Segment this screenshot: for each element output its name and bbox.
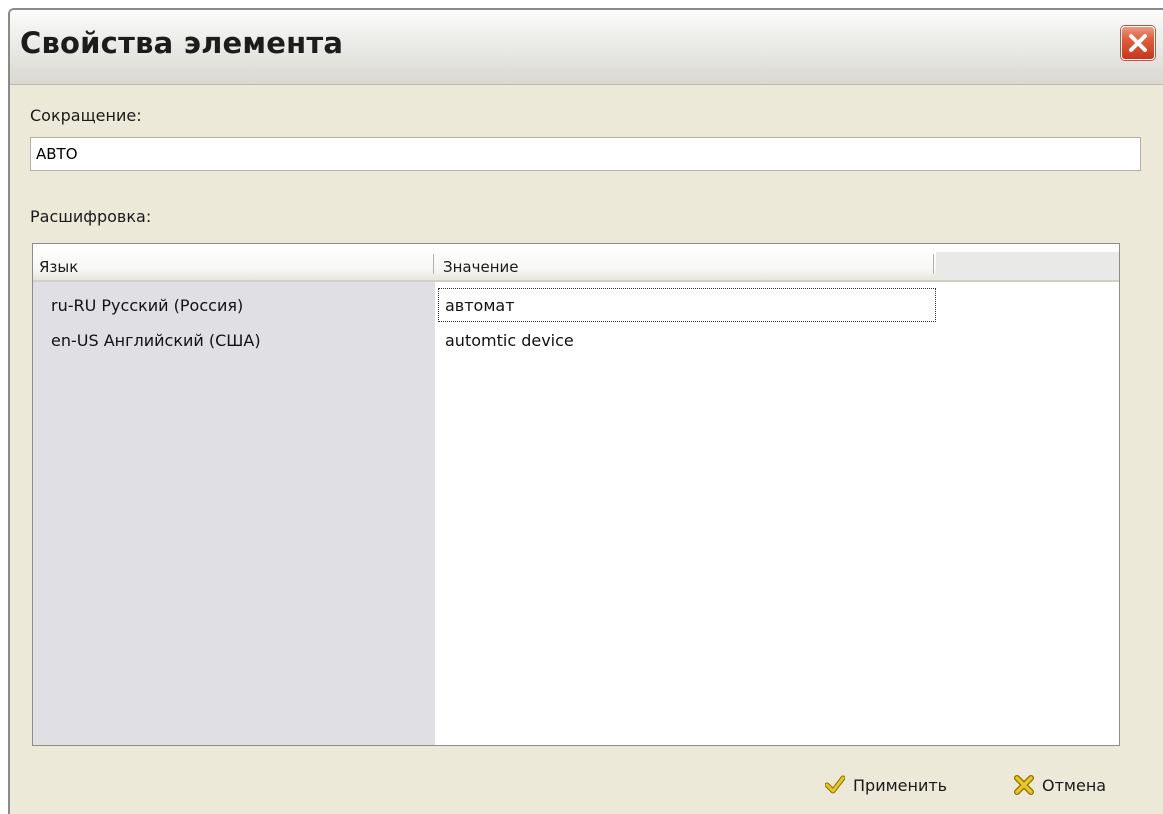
column-separator[interactable] (933, 254, 934, 274)
column-separator[interactable] (433, 254, 434, 274)
row-1-value[interactable]: автомат (445, 296, 515, 315)
row-2-value[interactable]: automtic device (445, 331, 574, 350)
cancel-button-label: Отмена (1042, 775, 1107, 795)
checkmark-icon (825, 775, 845, 794)
apply-button[interactable]: Применить (825, 775, 947, 795)
decoding-table: Язык Значение ru-RU Русский (Россия) авт… (32, 243, 1120, 746)
column-header-value[interactable]: Значение (443, 258, 519, 276)
header-filler (936, 252, 1119, 280)
row-2-language[interactable]: en-US Английский (США) (51, 331, 261, 350)
dialog-window: Свойства элемента Сокращение: Расшифровк… (8, 8, 1163, 814)
close-icon (1129, 34, 1147, 52)
window-title: Свойства элемента (20, 26, 344, 60)
close-button[interactable] (1121, 26, 1155, 60)
abbreviation-input[interactable] (30, 137, 1141, 171)
table-header: Язык Значение (33, 244, 1119, 282)
apply-button-label: Применить (853, 775, 948, 795)
title-bar[interactable]: Свойства элемента (10, 10, 1163, 85)
cross-icon (1014, 775, 1034, 795)
language-column-background (33, 281, 435, 745)
row-1-language[interactable]: ru-RU Русский (Россия) (51, 296, 243, 315)
decoding-label: Расшифровка: (30, 207, 152, 226)
abbreviation-label: Сокращение: (30, 106, 142, 125)
cancel-button[interactable]: Отмена (1014, 775, 1106, 795)
column-header-language[interactable]: Язык (39, 258, 78, 276)
